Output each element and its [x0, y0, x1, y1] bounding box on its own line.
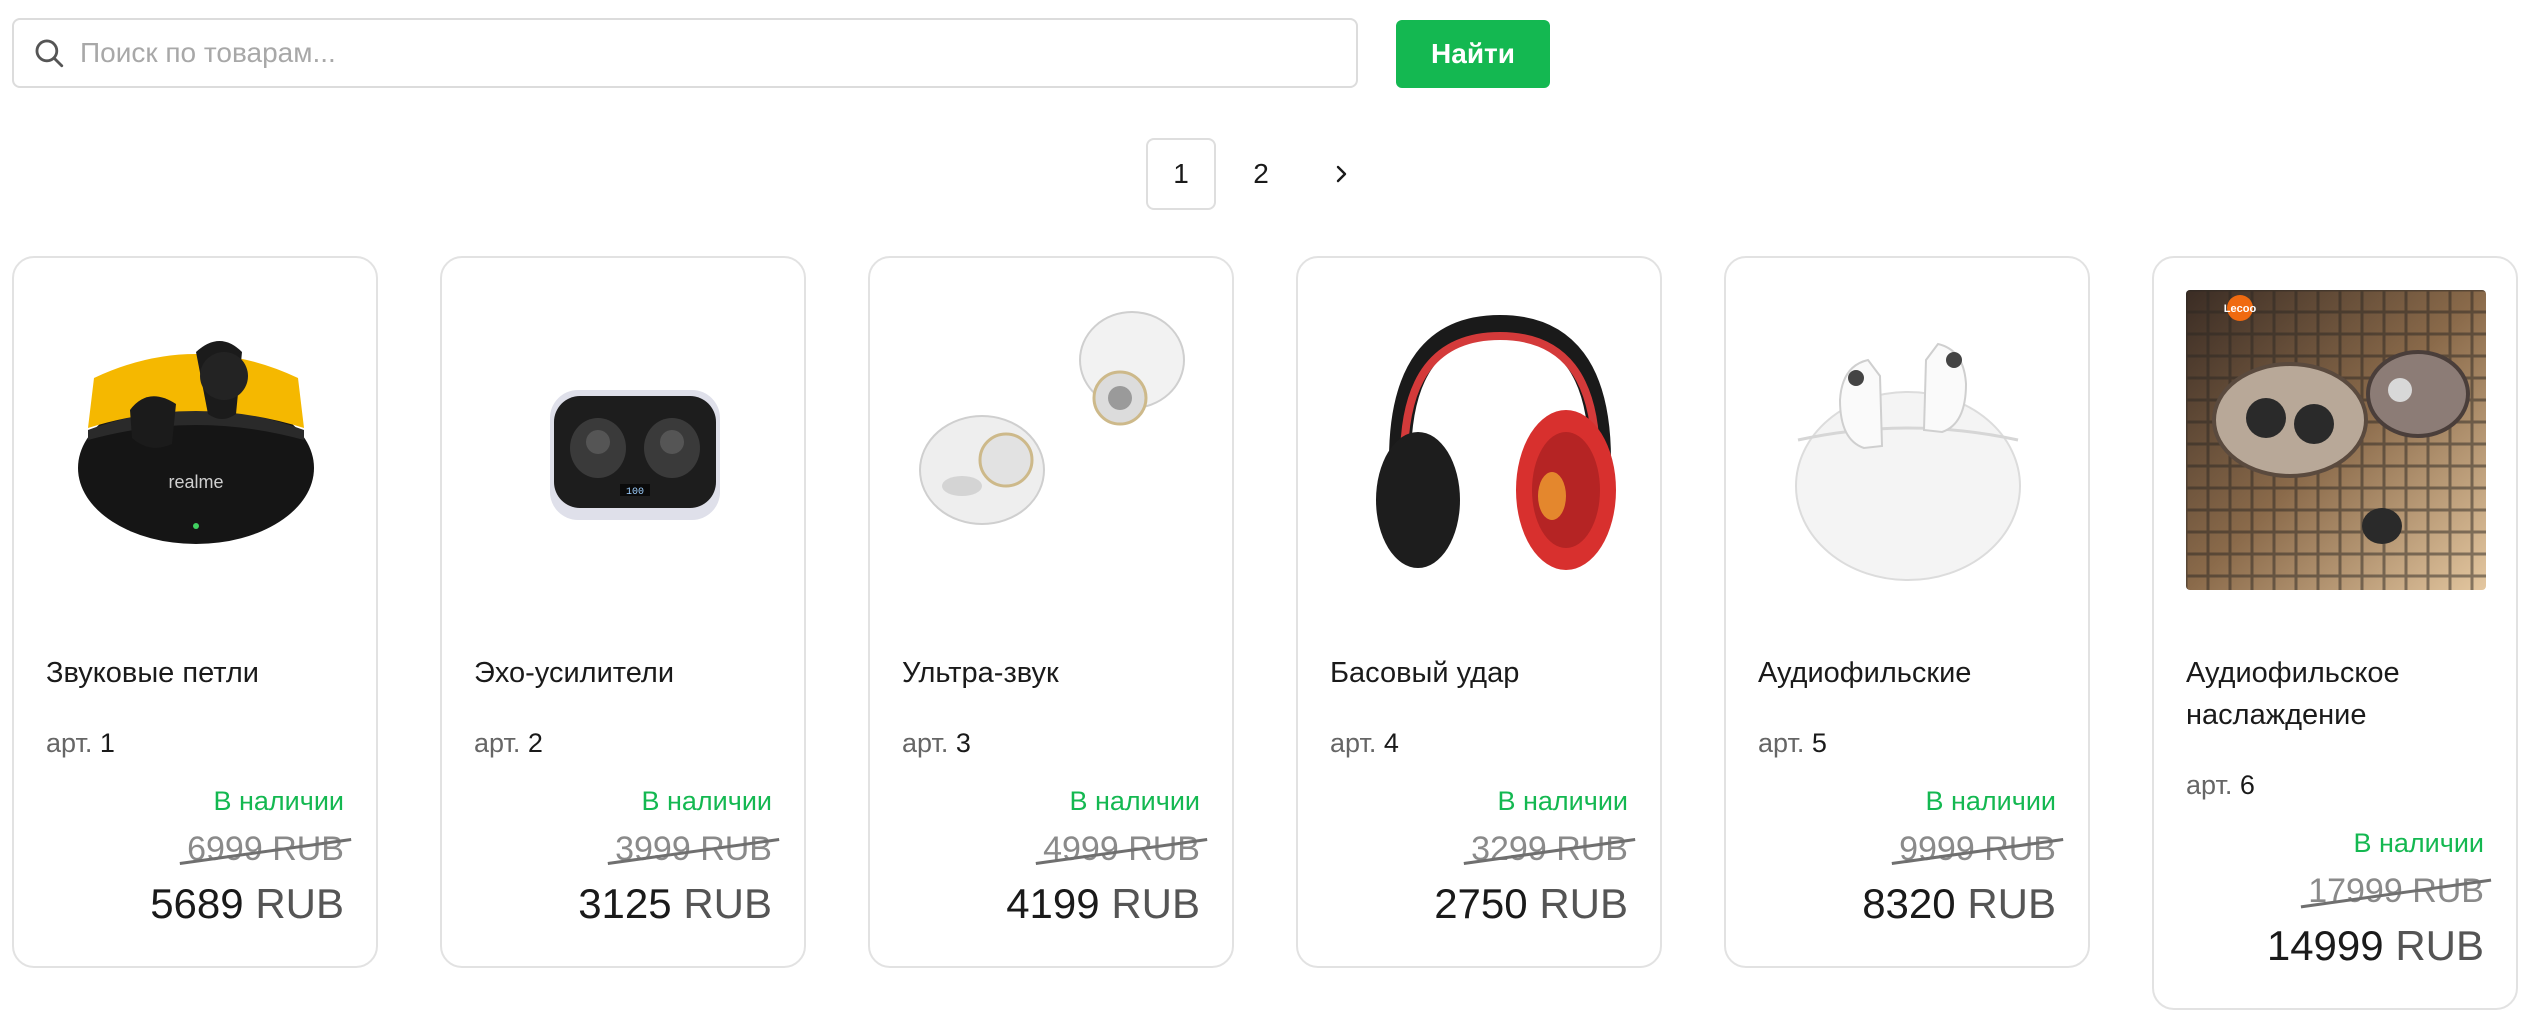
price-currency: RUB [1967, 880, 2056, 927]
earbuds-icon: realme [78, 341, 314, 544]
product-sku: арт. 1 [46, 728, 115, 759]
product-card[interactable]: Аудиофильские арт. 5 В наличии 9999 RUB … [1724, 256, 2090, 968]
product-name[interactable]: Эхо-усилители [474, 652, 774, 694]
price-value: 4199 [1006, 880, 1100, 927]
sku-label: арт. [1758, 728, 1805, 758]
stock-status: В наличии [213, 786, 344, 816]
stock-status: В наличии [1497, 786, 1628, 816]
current-price: 3125 RUB [578, 880, 772, 928]
current-price: 5689 RUB [150, 880, 344, 928]
old-price: 3999 RUB [607, 830, 780, 869]
price-value: 14999 [2266, 922, 2384, 969]
product-image[interactable] [902, 290, 1202, 590]
current-price: 8320 RUB [1862, 880, 2056, 928]
product-name[interactable]: Звуковые петли [46, 652, 346, 694]
product-sku: арт. 3 [902, 728, 971, 759]
current-price: 2750 RUB [1434, 880, 1628, 928]
page-button-1[interactable]: 1 [1146, 138, 1216, 210]
price-value: 2750 [1434, 880, 1528, 927]
chevron-right-icon [1336, 165, 1347, 183]
price-currency: RUB [1111, 880, 1200, 927]
old-price: 6999 RUB [179, 830, 352, 869]
price-currency: RUB [1539, 880, 1628, 927]
price-currency: RUB [683, 880, 772, 927]
product-sku: арт. 4 [1330, 728, 1399, 759]
product-card[interactable]: 100 Эхо-усилители арт. 2 В наличии 3999 … [440, 256, 806, 968]
sku-label: арт. [2186, 770, 2233, 800]
product-name[interactable]: Аудиофильские [1758, 652, 2058, 694]
old-price: 17999 RUB [2300, 872, 2492, 911]
search-input[interactable] [80, 20, 1356, 86]
sku-label: арт. [46, 728, 93, 758]
price-value: 3125 [578, 880, 672, 927]
product-card[interactable]: Басовый удар арт. 4 В наличии 3299 RUB 2… [1296, 256, 1662, 968]
price-value: 8320 [1862, 880, 1956, 927]
product-sku: арт. 6 [2186, 770, 2255, 801]
brand-logo: Lecoo [2224, 303, 2257, 315]
sku-number: 2 [527, 728, 543, 758]
headphones-icon [1376, 314, 1616, 570]
page-button-2[interactable]: 2 [1226, 138, 1296, 210]
current-price: 14999 RUB [2267, 922, 2484, 970]
search-button[interactable]: Найти [1396, 20, 1550, 88]
sku-number: 4 [1383, 728, 1399, 758]
product-image[interactable]: 100 [474, 290, 774, 590]
price-value: 5689 [150, 880, 244, 927]
product-card[interactable]: Ультра-звук арт. 3 В наличии 4999 RUB 41… [868, 256, 1234, 968]
sku-label: арт. [902, 728, 949, 758]
old-price: 9999 RUB [1891, 830, 2064, 869]
earbuds-icon [1795, 342, 2021, 581]
stock-status: В наличии [1069, 786, 1200, 816]
product-image[interactable]: Lecoo [2186, 290, 2486, 590]
sku-label: арт. [474, 728, 521, 758]
current-price: 4199 RUB [1006, 880, 1200, 928]
sku-number: 5 [1811, 728, 1827, 758]
product-card[interactable]: realme Звуковые петли арт. 1 В наличии 6… [12, 256, 378, 968]
search-icon [35, 39, 64, 68]
product-name[interactable]: Аудиофильское наслаждение [2186, 652, 2486, 736]
next-page-button[interactable] [1306, 138, 1376, 210]
earbuds-icon: 100 [550, 390, 720, 520]
stock-status: В наличии [1925, 786, 2056, 816]
sku-number: 6 [2239, 770, 2255, 800]
earbuds-icon [919, 311, 1185, 525]
old-price: 3299 RUB [1463, 830, 1636, 869]
price-currency: RUB [255, 880, 344, 927]
price-currency: RUB [2395, 922, 2484, 969]
old-price: 4999 RUB [1035, 830, 1208, 869]
svg-text:realme: realme [168, 472, 223, 492]
sku-label: арт. [1330, 728, 1377, 758]
product-image[interactable] [1330, 290, 1630, 590]
product-image[interactable]: realme [46, 290, 346, 590]
sku-number: 1 [99, 728, 115, 758]
stock-status: В наличии [2353, 828, 2484, 858]
stock-status: В наличии [641, 786, 772, 816]
product-sku: арт. 2 [474, 728, 543, 759]
svg-text:100: 100 [626, 487, 644, 498]
product-name[interactable]: Басовый удар [1330, 652, 1630, 694]
product-image[interactable] [1758, 290, 2058, 590]
earbuds-photo-icon: Lecoo [2186, 290, 2486, 590]
product-sku: арт. 5 [1758, 728, 1827, 759]
product-name[interactable]: Ультра-звук [902, 652, 1202, 694]
search-bar [12, 18, 1358, 88]
product-card[interactable]: Lecoo Аудиофильское наслаждение арт. 6 В… [2152, 256, 2518, 1010]
sku-number: 3 [955, 728, 971, 758]
